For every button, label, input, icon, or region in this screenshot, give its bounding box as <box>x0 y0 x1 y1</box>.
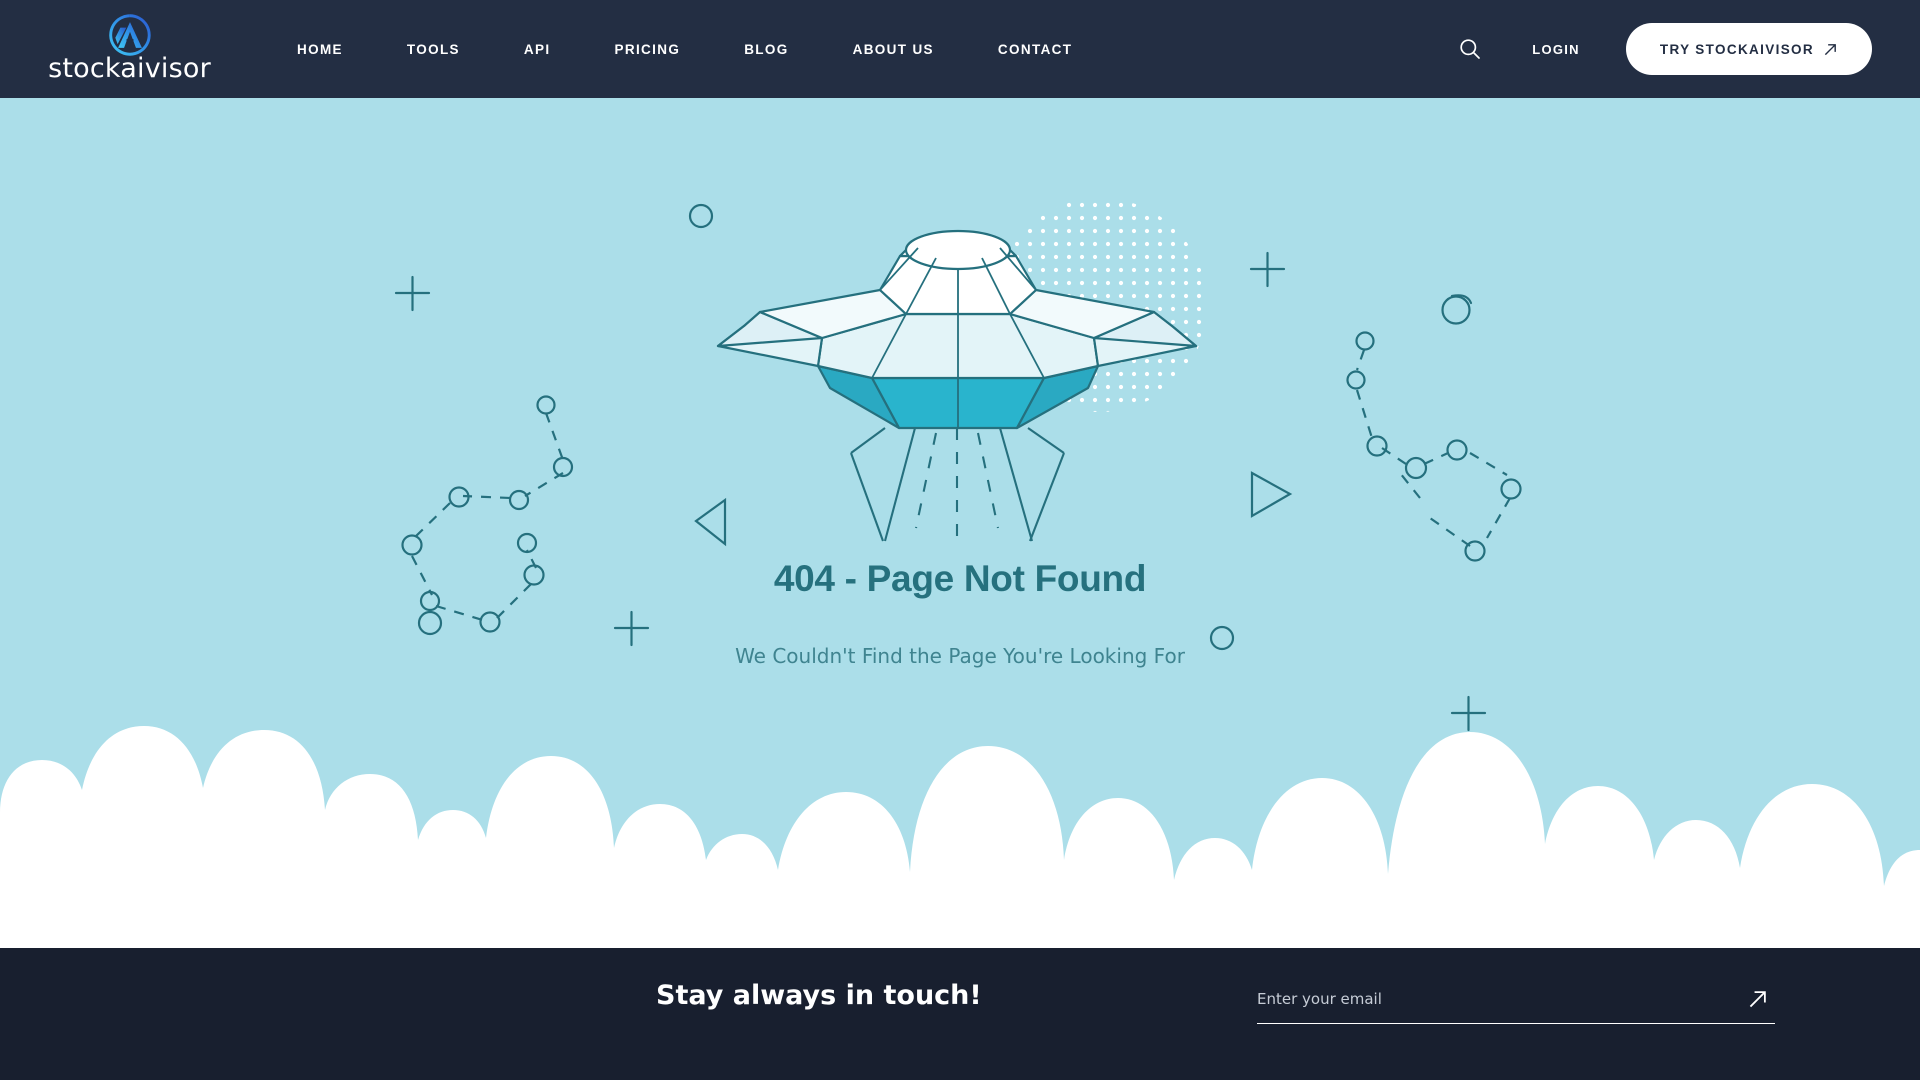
circle-decoration <box>417 610 443 636</box>
newsletter-submit-button[interactable] <box>1741 982 1775 1016</box>
nav-tools[interactable]: TOOLS <box>375 42 492 57</box>
search-button[interactable] <box>1450 29 1490 69</box>
nav-pricing[interactable]: PRICING <box>582 42 712 57</box>
cloud-band <box>0 726 1920 948</box>
try-stockaivisor-button[interactable]: TRY STOCKAIVISOR <box>1625 23 1872 75</box>
constellation-right-decoration <box>1346 294 1522 562</box>
nav-contact[interactable]: CONTACT <box>966 42 1104 57</box>
header-actions: LOGIN TRY STOCKAIVISOR <box>1450 0 1872 98</box>
plus-decoration <box>1249 251 1286 288</box>
nav-home[interactable]: HOME <box>265 42 375 57</box>
main-navigation: HOME TOOLS API PRICING BLOG ABOUT US CON… <box>265 0 1104 98</box>
nav-api[interactable]: API <box>492 42 583 57</box>
brand-name: stockaivisor <box>48 53 211 84</box>
hero-section: 404 - Page Not Found We Couldn't Find th… <box>0 98 1920 948</box>
page-root: stockaivisor HOME TOOLS API PRICING BLOG… <box>0 0 1920 1080</box>
newsletter-form <box>1257 982 1775 1042</box>
brand-logo[interactable]: stockaivisor <box>48 13 211 85</box>
newsletter-title: Stay always in touch! <box>656 980 982 1011</box>
site-header: stockaivisor HOME TOOLS API PRICING BLOG… <box>0 0 1920 98</box>
ufo-beam <box>914 428 1000 548</box>
plus-decoration <box>394 275 431 312</box>
nav-about-us[interactable]: ABOUT US <box>821 42 966 57</box>
plus-decoration <box>613 610 650 647</box>
nav-blog[interactable]: BLOG <box>712 42 820 57</box>
email-input[interactable] <box>1257 982 1775 1024</box>
circle-decoration <box>688 203 714 229</box>
triangle-left-decoration <box>694 497 727 547</box>
page-title: 404 - Page Not Found <box>773 558 1147 599</box>
newsletter-footer: Stay always in touch! <box>0 948 1920 1080</box>
cta-label: TRY STOCKAIVISOR <box>1659 41 1814 57</box>
stockaivisor-monogram-icon <box>108 14 151 56</box>
triangle-right-decoration <box>1250 471 1293 518</box>
search-icon <box>1460 39 1481 59</box>
arrow-up-right-icon <box>1749 991 1766 1008</box>
arrow-up-right-icon <box>1824 43 1836 55</box>
login-link[interactable]: LOGIN <box>1532 42 1580 57</box>
